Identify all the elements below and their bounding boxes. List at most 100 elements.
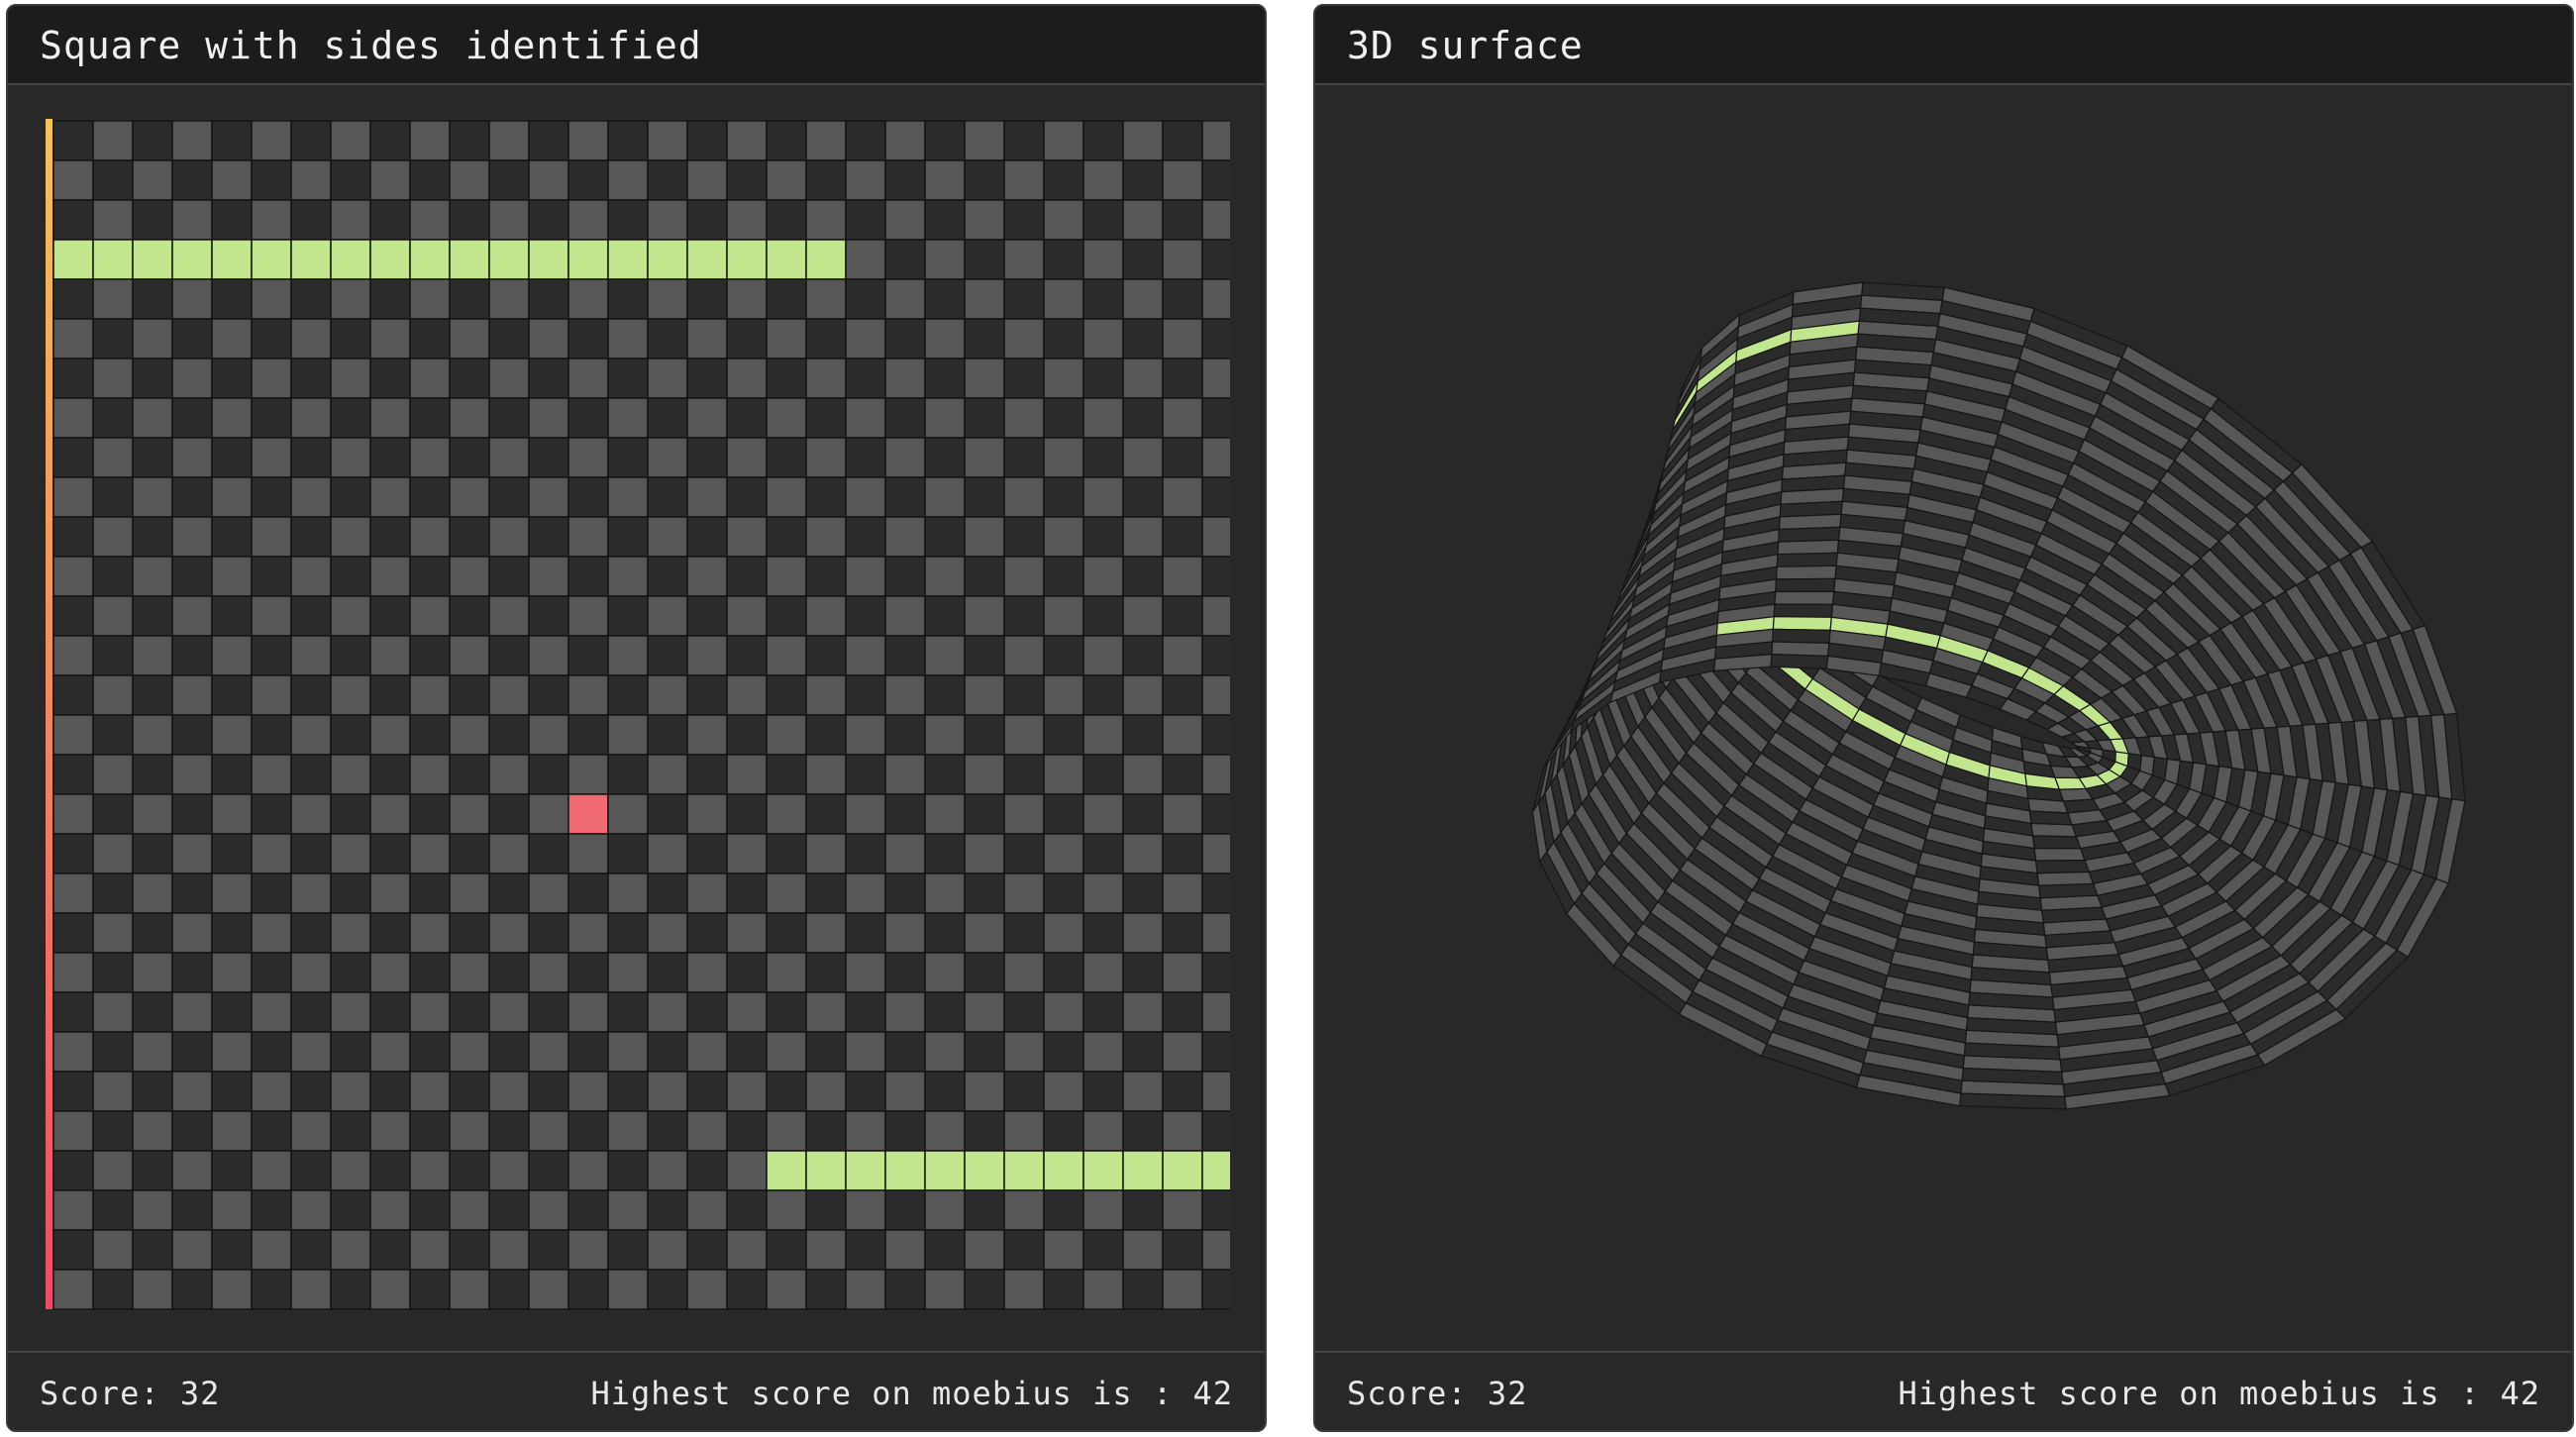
board-cell — [1082, 635, 1124, 676]
board-cell — [488, 437, 530, 478]
board-cell — [369, 278, 411, 320]
board-cell — [251, 437, 292, 478]
board-cell — [1082, 714, 1124, 756]
board-cell — [766, 199, 807, 241]
board-cell — [171, 635, 213, 676]
board-cell — [1201, 754, 1230, 795]
board-cell — [211, 120, 253, 161]
snake-segment — [766, 239, 807, 280]
board-cell — [1082, 516, 1124, 558]
board-cell — [488, 754, 530, 795]
board-cell — [449, 952, 490, 993]
board-cell — [686, 714, 728, 756]
board-cell — [924, 1071, 966, 1112]
board-cell — [1043, 793, 1084, 835]
board-cell — [1122, 516, 1164, 558]
board-cell — [805, 1110, 847, 1152]
score-label: Score: 32 — [1347, 1375, 1528, 1412]
board-cell — [52, 872, 94, 914]
game-board[interactable] — [46, 119, 1230, 1310]
board-cell — [52, 199, 94, 241]
board-cell — [290, 437, 332, 478]
board-cell — [369, 397, 411, 439]
board-cell — [726, 595, 768, 637]
board-cell — [92, 1110, 134, 1152]
board-cell — [647, 714, 688, 756]
board-cell — [1201, 516, 1230, 558]
board-cell — [1082, 1189, 1124, 1231]
board-cell — [647, 595, 688, 637]
board-cell — [567, 912, 609, 954]
board-cell — [607, 476, 649, 518]
board-cell — [647, 1269, 688, 1310]
board-cell — [726, 833, 768, 874]
board-cell — [1122, 793, 1164, 835]
board-cell — [171, 556, 213, 597]
food-cell — [567, 793, 609, 835]
board-cell — [251, 278, 292, 320]
board-cell — [1043, 674, 1084, 716]
board-cell — [567, 595, 609, 637]
board-cell — [845, 120, 886, 161]
board-cell — [1043, 318, 1084, 359]
snake-segment — [766, 1150, 807, 1191]
board-cell — [409, 358, 451, 399]
board-cell — [1122, 397, 1164, 439]
board-cell — [369, 793, 411, 835]
board-cell — [964, 278, 1005, 320]
board-cell — [845, 1229, 886, 1271]
board-cell — [1122, 872, 1164, 914]
board-cell — [884, 358, 926, 399]
board-cell — [369, 437, 411, 478]
board-cell — [1082, 793, 1124, 835]
moebius-surface-3d[interactable] — [1315, 85, 2573, 1353]
snake-segment — [211, 239, 253, 280]
snake-segment — [92, 239, 134, 280]
board-cell — [805, 278, 847, 320]
board-cell — [409, 793, 451, 835]
board-cell — [171, 318, 213, 359]
board-cell — [251, 912, 292, 954]
board-cell — [52, 595, 94, 637]
board-cell — [251, 1150, 292, 1191]
score-label: Score: 32 — [40, 1375, 221, 1412]
board-cell — [686, 754, 728, 795]
board-cell — [1162, 437, 1203, 478]
board-cell — [924, 1189, 966, 1231]
board-cell — [449, 278, 490, 320]
board-cell — [171, 833, 213, 874]
board-cell — [567, 674, 609, 716]
board-cell — [409, 476, 451, 518]
board-cell — [528, 1150, 569, 1191]
board-cell — [251, 793, 292, 835]
board-cell — [1043, 1189, 1084, 1231]
board-cell — [1003, 1269, 1045, 1310]
board-cell — [1162, 952, 1203, 993]
board-cell — [171, 952, 213, 993]
board-cell — [884, 1031, 926, 1073]
board-cell — [290, 1150, 332, 1191]
board-cell — [766, 1189, 807, 1231]
board-cell — [1122, 476, 1164, 518]
board-cell — [964, 1269, 1005, 1310]
board-cell — [251, 1269, 292, 1310]
board-cell — [52, 159, 94, 201]
board-cell — [567, 358, 609, 399]
board-cell — [607, 714, 649, 756]
board-cell — [290, 833, 332, 874]
board-cell — [924, 476, 966, 518]
board-cell — [92, 872, 134, 914]
board-cell — [1162, 159, 1203, 201]
board-cell — [647, 872, 688, 914]
board-cell — [805, 595, 847, 637]
board-cell — [330, 1110, 371, 1152]
board-cell — [686, 556, 728, 597]
board-cell — [171, 516, 213, 558]
board-cell — [290, 397, 332, 439]
board-cell — [449, 793, 490, 835]
board-cell — [845, 437, 886, 478]
board-cell — [766, 674, 807, 716]
surface-cell — [2033, 847, 2086, 862]
board-cell — [369, 1269, 411, 1310]
board-cell — [884, 1189, 926, 1231]
